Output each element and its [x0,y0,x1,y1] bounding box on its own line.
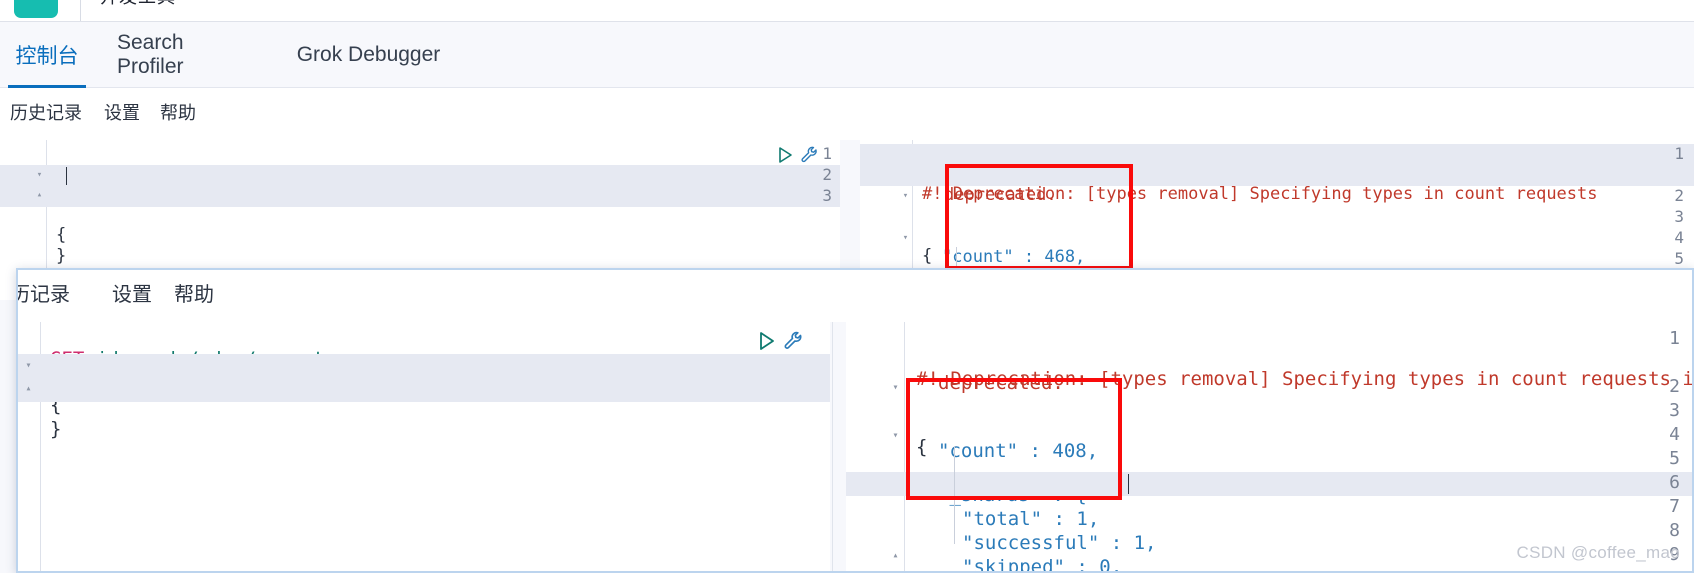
line-number: 5 [1674,249,1684,268]
line-number: 2 [1669,376,1680,397]
fold-toggle-icon[interactable]: ▾ [900,191,911,201]
line-number: 7 [1669,496,1680,517]
code-line: 3 ▴ } [0,186,840,266]
overlay-wrench-icon[interactable] [783,330,805,356]
tab-grok-debugger[interactable]: Grok Debugger [291,22,446,88]
indent-guide [954,518,955,544]
code-line: 1 #! Deprecation: [types removal] Specif… [860,144,1694,204]
overlay-submenu-item-settings[interactable]: 设置 [112,278,152,312]
indent-guide [954,446,955,472]
fold-toggle-icon[interactable]: ▴ [890,550,901,561]
submenu-item-history[interactable]: 历史记录 [10,97,82,129]
code-line: deprecated. [860,165,1694,205]
code-line: 3 "count" : 408, [846,400,1692,462]
code-line-active: 2 ▾ { [0,165,840,245]
code-line: 2 ▾ { [846,376,1692,458]
code-line: deprecated. [846,352,1692,394]
code-line: 1 GET jd_goods/_doc/_count [0,144,840,204]
code-text: } [50,418,62,440]
line-number: 1 [1674,144,1684,163]
code-line-active: ▾ { [18,354,830,416]
fold-toggle-icon[interactable]: ▾ [890,382,901,393]
code-line: 7 "skipped" : 0, [846,494,1692,571]
code-line: ▴ } [18,378,830,440]
code-line: 3 "count" : 468, [860,207,1694,267]
fold-toggle-icon[interactable]: ▾ [23,360,34,371]
play-icon[interactable] [776,146,794,168]
overlay-pane-splitter[interactable] [832,322,833,571]
tab-search-profiler[interactable]: Search Profiler [113,22,259,88]
app-header-bar: 城市 开发工具 [0,0,1694,22]
line-number: 8 [1669,520,1680,541]
code-line: 5 "total" : 1, [846,446,1692,530]
overlay-response-pane: 1 #! Deprecation: [types removal] Specif… [846,322,1692,571]
app-title: 开发工具 [100,0,176,9]
line-number: 3 [822,186,832,205]
overlay-play-icon[interactable] [756,331,776,355]
watermark-text: CSDN @coffee_mao [1516,543,1680,562]
line-number: 4 [1669,424,1680,445]
indent-guide [956,247,957,270]
fold-toggle-icon[interactable]: ▾ [900,233,911,243]
fold-toggle-icon[interactable]: ▴ [34,190,45,200]
line-number: 3 [1669,400,1680,421]
code-line: 8 "failed" : 0 [846,518,1692,544]
overlay-console-workspace: GET jd_goods/_doc/_count ▾ { ▴ } [18,322,1692,571]
console-submenu: 历史记录 设置 帮助 [0,88,1694,140]
overlay-response-editor[interactable]: 1 #! Deprecation: [types removal] Specif… [846,322,1692,571]
overlay-request-editor[interactable]: GET jd_goods/_doc/_count ▾ { ▴ } [18,322,830,571]
overlay-submenu: 历记录 设置 帮助 [18,270,1692,322]
text-caret [66,167,67,185]
tab-console[interactable]: 控制台 [8,22,86,88]
tab-bar: 控制台 Search Profiler Grok Debugger [0,22,1694,88]
code-line: 4 ▾ "_shards" : { [860,228,1694,308]
code-line: 2 ▾ { [860,186,1694,266]
line-number: 3 [1674,207,1684,226]
zoom-overlay-window: 历记录 设置 帮助 GET jd_goods/_doc/_count ▾ { ▴… [16,268,1694,573]
line-number: 4 [1674,228,1684,247]
indent-guide [954,470,955,496]
code-line: 1 #! Deprecation: [types removal] Specif… [846,328,1692,390]
line-number: 1 [1669,328,1680,349]
app-logo: 城市 [14,0,58,18]
fold-toggle-icon[interactable]: ▾ [890,430,901,441]
overlay-request-pane: GET jd_goods/_doc/_count ▾ { ▴ } [18,322,830,571]
text-caret [1128,474,1129,494]
submenu-item-help[interactable]: 帮助 [160,97,196,129]
overlay-submenu-item-help[interactable]: 帮助 [174,278,214,312]
code-text: } [56,246,67,266]
code-line: 4 ▾ "_shards" : { [846,424,1692,506]
code-line: 5 "total" : 1, [860,247,1694,329]
code-line-active: 6 "successful" : 1, [846,470,1692,554]
wrench-icon[interactable] [800,145,820,169]
header-divider [80,0,81,22]
overlay-submenu-item-history[interactable]: 历记录 [18,278,70,312]
submenu-item-settings[interactable]: 设置 [104,97,140,129]
line-number: 5 [1669,448,1680,469]
indent-guide [954,494,955,520]
fold-toggle-icon[interactable]: ▾ [34,170,45,180]
line-number: 2 [1674,186,1684,205]
line-number: 6 [1669,472,1680,493]
fold-toggle-icon[interactable]: ▴ [23,383,34,394]
code-line: GET jd_goods/_doc/_count [18,328,830,370]
